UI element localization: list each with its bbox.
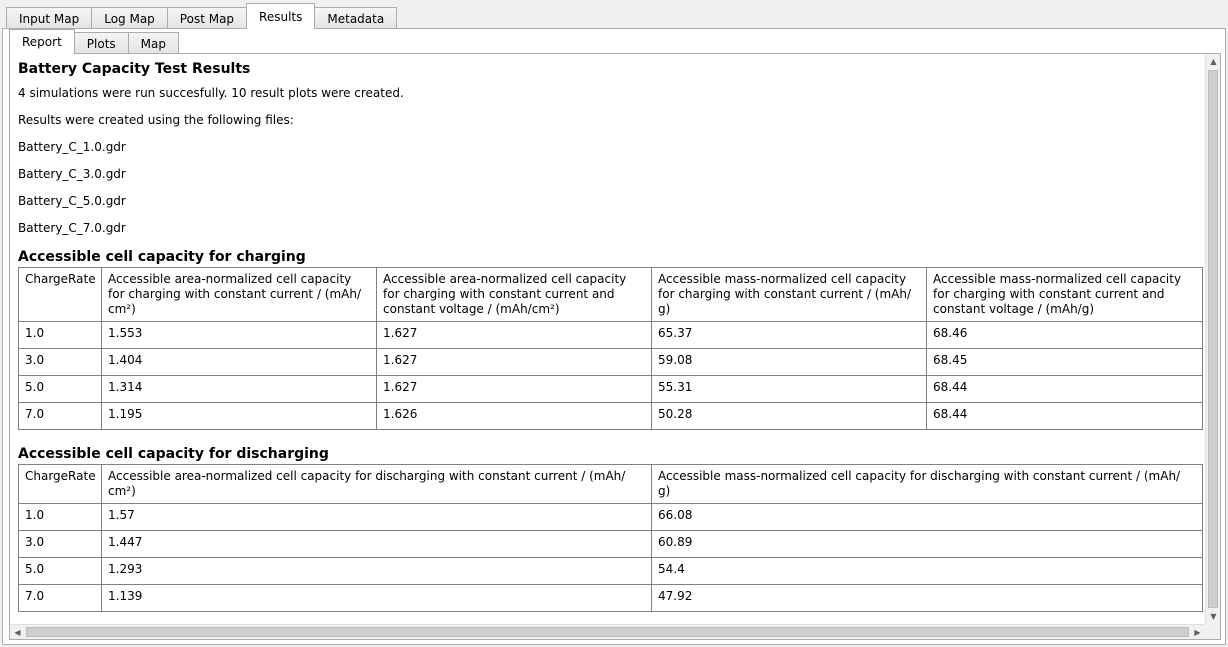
report-scroll-area: Battery Capacity Test Results 4 simulati… <box>10 54 1205 624</box>
scroll-right-arrow-icon[interactable]: ▶ <box>1190 625 1205 640</box>
column-header: Accessible mass-normalized cell capacity… <box>926 267 1203 322</box>
table-row: 5.0 1.293 54.4 <box>18 557 1203 585</box>
table-cell: 68.44 <box>926 402 1203 430</box>
report-summary: 4 simulations were run succesfully. 10 r… <box>18 86 404 100</box>
table-cell: 3.0 <box>18 348 102 376</box>
vertical-scroll-thumb[interactable] <box>1208 70 1218 608</box>
table-cell: 1.0 <box>18 321 102 349</box>
scroll-left-arrow-icon[interactable]: ◀ <box>10 625 25 640</box>
column-header: Accessible area-normalized cell capacity… <box>101 267 377 322</box>
table-cell: 1.139 <box>101 584 652 612</box>
table-cell: 5.0 <box>18 557 102 585</box>
table-cell: 59.08 <box>651 348 927 376</box>
table-cell: 47.92 <box>651 584 1203 612</box>
table-cell: 7.0 <box>18 584 102 612</box>
table-cell: 1.626 <box>376 402 652 430</box>
file-name: Battery_C_1.0.gdr <box>18 140 126 154</box>
table-header-row: ChargeRate Accessible area-normalized ce… <box>18 267 1203 322</box>
table-header-row: ChargeRate Accessible area-normalized ce… <box>18 464 1203 504</box>
tab-metadata[interactable]: Metadata <box>314 7 398 29</box>
tab-post-map[interactable]: Post Map <box>166 7 248 29</box>
table-cell: 1.314 <box>101 375 377 403</box>
table-cell: 1.195 <box>101 402 377 430</box>
discharging-table: ChargeRate Accessible area-normalized ce… <box>18 464 1203 612</box>
table-cell: 55.31 <box>651 375 927 403</box>
table-cell: 1.293 <box>101 557 652 585</box>
table-cell: 60.89 <box>651 530 1203 558</box>
table-cell: 1.447 <box>101 530 652 558</box>
tab-log-map[interactable]: Log Map <box>91 7 168 29</box>
table-cell: 1.404 <box>101 348 377 376</box>
table-row: 7.0 1.139 47.92 <box>18 584 1203 612</box>
horizontal-scrollbar[interactable]: ◀ ▶ <box>10 624 1205 639</box>
column-header: Accessible mass-normalized cell capacity… <box>651 267 927 322</box>
report-content: Battery Capacity Test Results 4 simulati… <box>10 54 1205 612</box>
column-header: Accessible mass-normalized cell capacity… <box>651 464 1203 504</box>
table-cell: 3.0 <box>18 530 102 558</box>
column-header: ChargeRate <box>18 464 102 504</box>
scroll-down-arrow-icon[interactable]: ▼ <box>1206 609 1221 624</box>
file-name: Battery_C_3.0.gdr <box>18 167 126 181</box>
table-cell: 68.44 <box>926 375 1203 403</box>
main-tab-bar: Input Map Log Map Post Map Results Metad… <box>6 3 398 29</box>
table-row: 1.0 1.553 1.627 65.37 68.46 <box>18 321 1203 349</box>
scrollbar-corner <box>1205 624 1220 639</box>
column-header: ChargeRate <box>18 267 102 322</box>
horizontal-scroll-thumb[interactable] <box>26 627 1189 637</box>
table-cell: 50.28 <box>651 402 927 430</box>
table-cell: 1.553 <box>101 321 377 349</box>
vertical-scrollbar[interactable]: ▲ ▼ <box>1205 54 1220 624</box>
files-intro: Results were created using the following… <box>18 113 294 127</box>
tab-results[interactable]: Results <box>246 3 316 29</box>
results-panel: Report Plots Map Battery Capacity Test R… <box>2 28 1226 645</box>
table-cell: 1.0 <box>18 503 102 531</box>
sub-tab-bar: Report Plots Map <box>9 29 179 54</box>
column-header: Accessible area-normalized cell capacity… <box>101 464 652 504</box>
column-header: Accessible area-normalized cell capacity… <box>376 267 652 322</box>
charging-table-heading: Accessible cell capacity for charging <box>18 249 306 265</box>
scroll-up-arrow-icon[interactable]: ▲ <box>1206 54 1221 69</box>
table-cell: 65.37 <box>651 321 927 349</box>
tab-report[interactable]: Report <box>9 29 75 54</box>
table-row: 1.0 1.57 66.08 <box>18 503 1203 531</box>
charging-table: ChargeRate Accessible area-normalized ce… <box>18 267 1203 430</box>
file-name: Battery_C_5.0.gdr <box>18 194 126 208</box>
table-row: 3.0 1.404 1.627 59.08 68.45 <box>18 348 1203 376</box>
report-view: Battery Capacity Test Results 4 simulati… <box>9 53 1221 640</box>
table-row: 5.0 1.314 1.627 55.31 68.44 <box>18 375 1203 403</box>
report-title: Battery Capacity Test Results <box>18 61 251 77</box>
table-cell: 66.08 <box>651 503 1203 531</box>
table-cell: 1.627 <box>376 348 652 376</box>
tab-map[interactable]: Map <box>127 32 179 54</box>
table-cell: 1.627 <box>376 375 652 403</box>
table-cell: 5.0 <box>18 375 102 403</box>
table-cell: 54.4 <box>651 557 1203 585</box>
tab-input-map[interactable]: Input Map <box>6 7 93 29</box>
table-row: 7.0 1.195 1.626 50.28 68.44 <box>18 402 1203 430</box>
table-cell: 7.0 <box>18 402 102 430</box>
file-name: Battery_C_7.0.gdr <box>18 221 126 235</box>
table-cell: 1.57 <box>101 503 652 531</box>
tab-plots[interactable]: Plots <box>73 32 129 54</box>
table-cell: 68.45 <box>926 348 1203 376</box>
table-cell: 1.627 <box>376 321 652 349</box>
discharging-table-heading: Accessible cell capacity for discharging <box>18 446 329 462</box>
table-row: 3.0 1.447 60.89 <box>18 530 1203 558</box>
table-cell: 68.46 <box>926 321 1203 349</box>
